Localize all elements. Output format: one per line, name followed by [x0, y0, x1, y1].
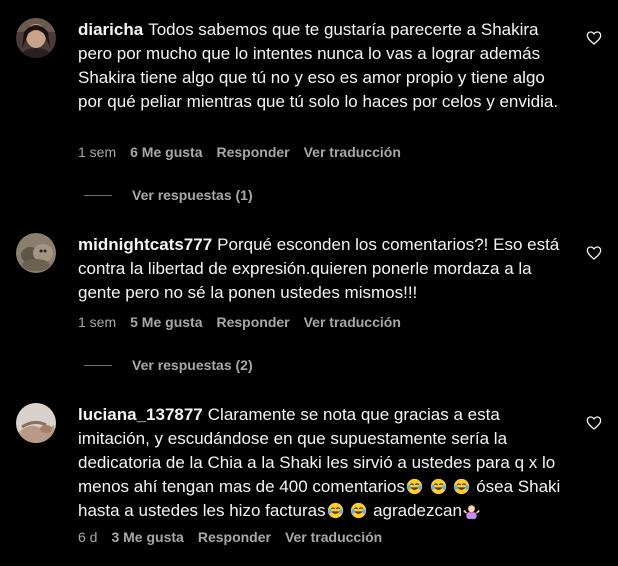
replies-divider [84, 194, 112, 196]
username[interactable]: midnightcats777 [78, 235, 212, 254]
avatar[interactable] [16, 233, 56, 273]
like-heart-icon[interactable] [586, 30, 602, 46]
comment-text: luciana_137877 Claramente se nota que gra… [78, 403, 568, 523]
replies-divider [84, 364, 112, 366]
translate-button[interactable]: Ver traducción [285, 529, 382, 545]
reply-button[interactable]: Responder [198, 529, 271, 545]
likes-count[interactable]: 3 Me gusta [111, 529, 183, 545]
face-with-tears-of-joy-emoji [453, 478, 470, 495]
translate-button[interactable]: Ver traducción [304, 314, 401, 330]
translate-button[interactable]: Ver traducción [304, 144, 401, 160]
view-replies-label: Ver respuestas (2) [132, 357, 253, 373]
likes-count[interactable]: 6 Me gusta [130, 144, 202, 160]
comment-body: Todos sabemos que te gustaría parecerte … [78, 20, 559, 111]
username[interactable]: diaricha [78, 20, 143, 39]
reply-button[interactable]: Responder [216, 314, 289, 330]
avatar[interactable] [16, 18, 56, 58]
comment-text: diaricha Todos sabemos que te gustaría pa… [78, 18, 568, 114]
view-replies-button[interactable]: Ver respuestas (2) [84, 356, 253, 374]
username[interactable]: luciana_137877 [78, 405, 203, 424]
comment-text: midnightcats777 Porqué esconden los comen… [78, 233, 568, 305]
comment-meta: 1 sem 5 Me gusta Responder Ver traducción [78, 313, 415, 331]
comment-meta: 1 sem 6 Me gusta Responder Ver traducción [78, 143, 415, 161]
comment-time: 1 sem [78, 314, 117, 330]
like-heart-icon[interactable] [586, 415, 602, 431]
reply-button[interactable]: Responder [216, 144, 289, 160]
avatar[interactable] [16, 403, 56, 443]
face-with-tears-of-joy-emoji [327, 502, 344, 519]
comment-body-end: agradezcan [373, 501, 462, 520]
woman-shrugging-emoji [463, 502, 480, 519]
view-replies-label: Ver respuestas (1) [132, 187, 253, 203]
view-replies-button[interactable]: Ver respuestas (1) [84, 186, 253, 204]
comment-time: 1 sem [78, 144, 117, 160]
comment-meta: 6 d 3 Me gusta Responder Ver traducción [78, 528, 396, 546]
face-with-tears-of-joy-emoji [430, 478, 447, 495]
like-heart-icon[interactable] [586, 245, 602, 261]
likes-count[interactable]: 5 Me gusta [130, 314, 202, 330]
face-with-tears-of-joy-emoji [350, 502, 367, 519]
face-with-tears-of-joy-emoji [406, 478, 423, 495]
comment-time: 6 d [78, 529, 98, 545]
